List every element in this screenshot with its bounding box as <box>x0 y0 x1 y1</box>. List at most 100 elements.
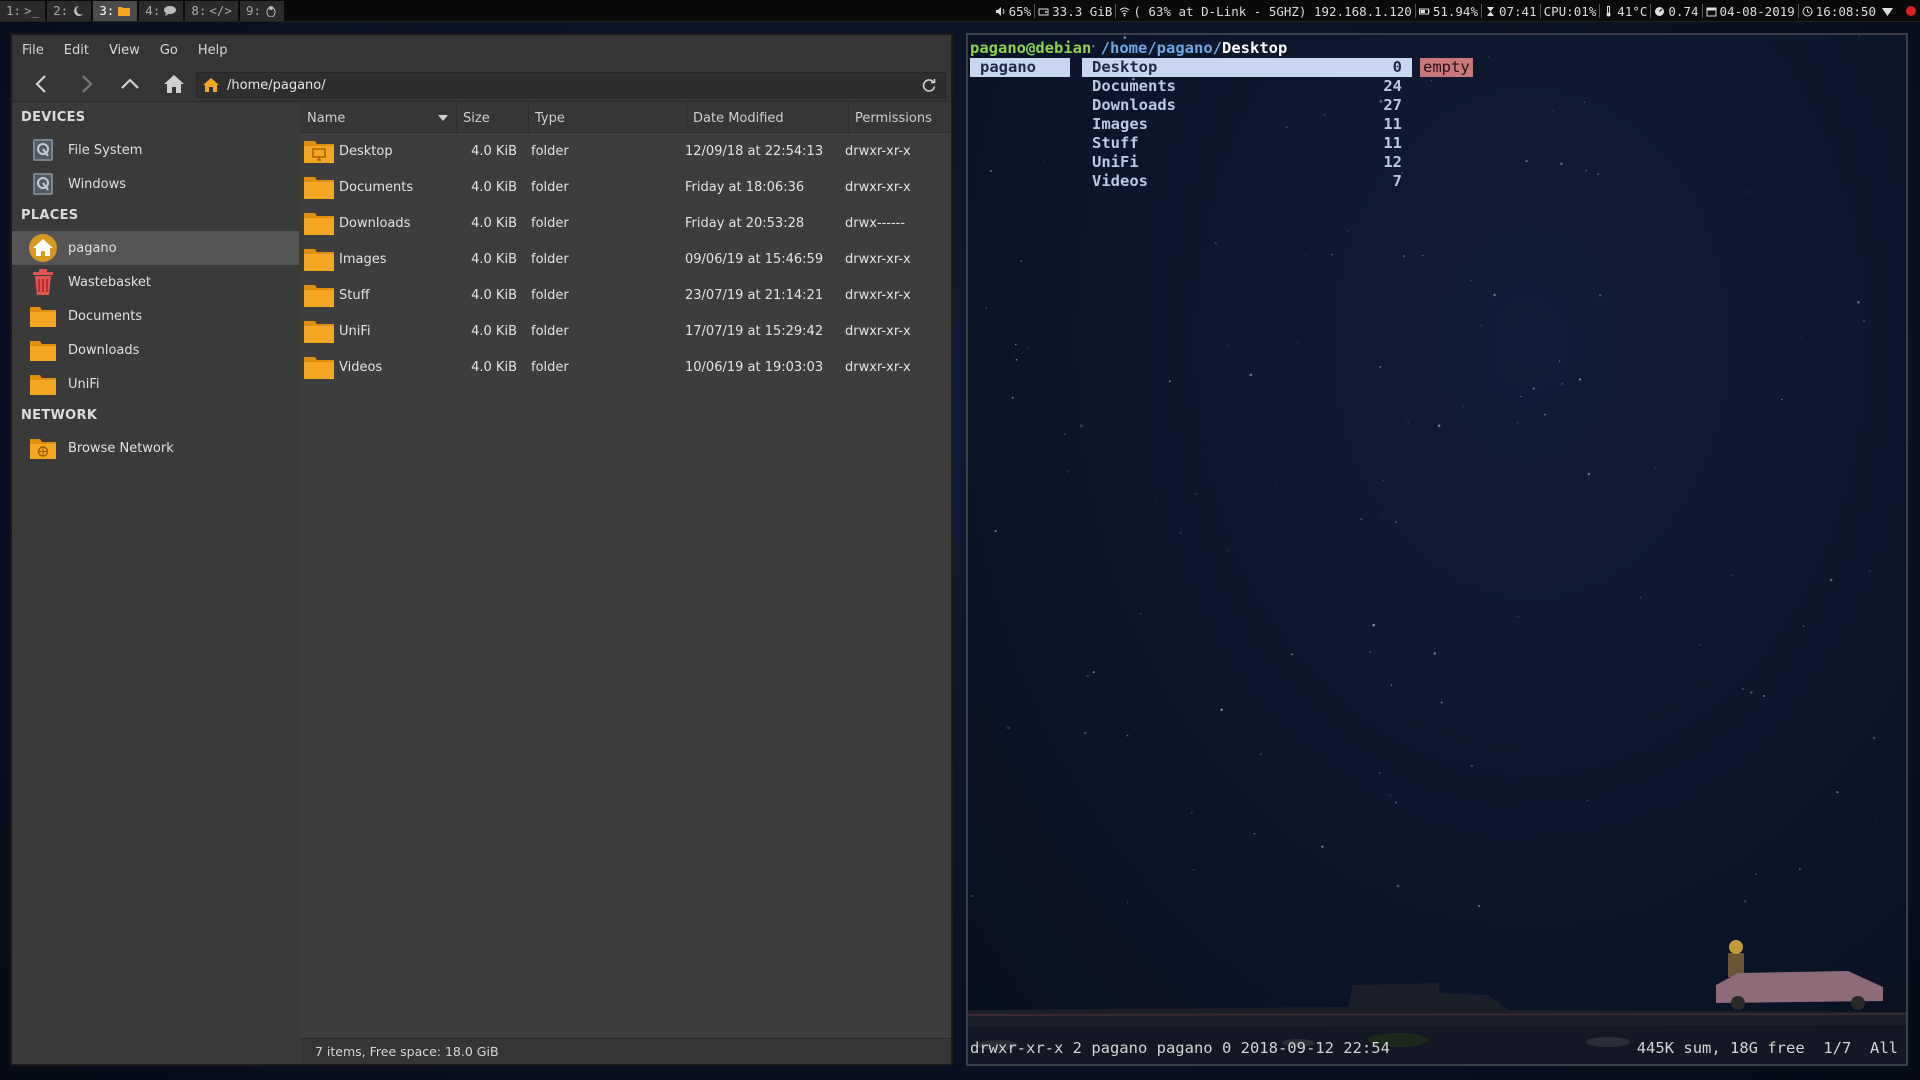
workspace-number: 2: <box>53 3 69 18</box>
home-button[interactable] <box>152 69 196 99</box>
star <box>1084 731 1087 735</box>
column-header-name[interactable]: Name <box>301 103 457 133</box>
file-type: folder <box>531 215 569 231</box>
volume-status[interactable]: 65% <box>992 4 1035 19</box>
file-row-stuff[interactable]: Stuff 4.0 KiB folder 23/07/19 at 21:14:2… <box>301 277 951 313</box>
dir-entry-unifi[interactable]: UniFi 12 <box>1082 153 1412 172</box>
sidebar-item-wastebasket[interactable]: Wastebasket <box>12 265 299 299</box>
column-header-type[interactable]: Type <box>529 103 687 133</box>
notification-dot-icon[interactable] <box>1906 6 1916 16</box>
refresh-icon <box>922 79 936 92</box>
dir-entry-name: Downloads <box>1092 96 1176 114</box>
file-type: folder <box>531 359 569 375</box>
star <box>1830 578 1833 582</box>
workspace-2[interactable]: 2: <box>47 1 92 21</box>
dir-entry-videos[interactable]: Videos 7 <box>1082 172 1412 191</box>
star <box>1194 493 1197 496</box>
wifi-status[interactable]: ( 63% at D-Link - 5GHZ) 192.168.1.120 <box>1116 4 1414 19</box>
dir-entry-desktop[interactable]: Desktop 0 <box>1082 58 1412 77</box>
star <box>1040 809 1041 811</box>
dir-entry-name: Videos <box>1092 172 1148 190</box>
folder-icon <box>28 369 58 399</box>
file-row-desktop[interactable]: Desktop 4.0 KiB folder 12/09/18 at 22:54… <box>301 133 951 169</box>
file-row-downloads[interactable]: Downloads 4.0 KiB folder Friday at 20:53… <box>301 205 951 241</box>
column-header-permissions[interactable]: Permissions <box>849 103 951 133</box>
file-row-images[interactable]: Images 4.0 KiB folder 09/06/19 at 15:46:… <box>301 241 951 277</box>
forward-button[interactable] <box>64 69 108 99</box>
file-row-unifi[interactable]: UniFi 4.0 KiB folder 17/07/19 at 15:29:4… <box>301 313 951 349</box>
dir-entry-count: 11 <box>1383 115 1402 133</box>
workspace-8[interactable]: 8: </> <box>185 1 238 21</box>
star <box>1470 279 1473 282</box>
star <box>1720 397 1722 398</box>
sidebar-item-windows[interactable]: Windows <box>12 167 299 201</box>
star <box>1421 254 1424 257</box>
column-header-size[interactable]: Size <box>457 103 529 133</box>
menu-view[interactable]: View <box>109 43 140 58</box>
menu-help[interactable]: Help <box>198 43 228 58</box>
star <box>1073 323 1075 325</box>
file-size: 4.0 KiB <box>471 179 517 195</box>
workspace-9[interactable]: 9: <box>239 1 285 21</box>
workspace-1[interactable]: 1: >_ <box>0 1 46 21</box>
sidebar-item-file-system[interactable]: File System <box>12 133 299 167</box>
file-size: 4.0 KiB <box>471 143 517 159</box>
file-type: folder <box>531 251 569 267</box>
sidebar-item-pagano[interactable]: pagano <box>12 231 299 265</box>
up-button[interactable] <box>108 69 152 99</box>
load-status: 0.74 <box>1651 4 1701 19</box>
date-status[interactable]: 04-08-2019 <box>1703 4 1798 19</box>
star <box>1806 534 1808 536</box>
load-icon <box>1654 6 1665 17</box>
star <box>1275 483 1276 485</box>
directory-summary-status: 445K sum, 18G free 1/7 All <box>1636 1039 1898 1057</box>
sidebar-item-label: Downloads <box>68 342 140 358</box>
location-bar[interactable]: /home/pagano/ <box>196 72 946 98</box>
back-button[interactable] <box>20 69 64 99</box>
sidebar-item-unifi[interactable]: UniFi <box>12 367 299 401</box>
workspace-switcher: 1: >_ 2: 3: 4: 8: </> 9: <box>0 1 286 21</box>
sidebar-item-label: UniFi <box>68 376 100 392</box>
chevron-right-icon <box>75 73 97 95</box>
refresh-button[interactable] <box>921 77 937 93</box>
star <box>1394 520 1398 524</box>
dir-entry-downloads[interactable]: Downloads 27 <box>1082 96 1412 115</box>
star <box>1126 734 1129 737</box>
file-row-documents[interactable]: Documents 4.0 KiB folder Friday at 18:06… <box>301 169 951 205</box>
workspace-4[interactable]: 4: <box>139 1 184 21</box>
sidebar-item-label: pagano <box>68 240 117 256</box>
star <box>1440 701 1443 704</box>
sidebar-heading-places: PLACES <box>21 208 79 223</box>
menu-edit[interactable]: Edit <box>64 43 89 58</box>
terminal-window[interactable]: pagano@debian /home/pagano/Desktop pagan… <box>966 33 1908 1066</box>
dir-entry-stuff[interactable]: Stuff 11 <box>1082 134 1412 153</box>
dir-entry-name: Desktop <box>1092 58 1158 76</box>
sidebar-heading-network: NETWORK <box>21 408 98 423</box>
file-date: Friday at 20:53:28 <box>685 215 805 231</box>
dir-entry-images[interactable]: Images 11 <box>1082 115 1412 134</box>
star <box>1800 337 1802 339</box>
wifi-tray[interactable] <box>1879 6 1896 17</box>
menu-go[interactable]: Go <box>160 43 178 58</box>
clock-status[interactable]: 16:08:50 <box>1799 4 1879 19</box>
file-permissions: drwxr-xr-x <box>845 143 911 159</box>
workspace-3[interactable]: 3: <box>93 1 138 21</box>
sidebar-item-documents[interactable]: Documents <box>12 299 299 333</box>
sidebar-item-downloads[interactable]: Downloads <box>12 333 299 367</box>
star <box>1226 549 1228 551</box>
star <box>1780 398 1783 401</box>
file-name: Images <box>339 251 387 267</box>
file-permissions: drwxr-xr-x <box>845 179 911 195</box>
file-size: 4.0 KiB <box>471 359 517 375</box>
parent-directory[interactable]: pagano <box>970 58 1070 77</box>
file-row-videos[interactable]: Videos 4.0 KiB folder 10/06/19 at 19:03:… <box>301 349 951 385</box>
wifi-icon <box>1119 6 1130 17</box>
dir-entry-count: 12 <box>1383 153 1402 171</box>
chevron-left-icon <box>31 73 53 95</box>
sidebar-item-browse-network[interactable]: Browse Network <box>12 431 299 465</box>
linux-icon <box>264 5 278 17</box>
column-header-date-modified[interactable]: Date Modified <box>687 103 849 133</box>
dir-entry-documents[interactable]: Documents 24 <box>1082 77 1412 96</box>
menu-file[interactable]: File <box>22 43 44 58</box>
status-bar: 7 items, Free space: 18.0 GiB <box>301 1038 951 1064</box>
